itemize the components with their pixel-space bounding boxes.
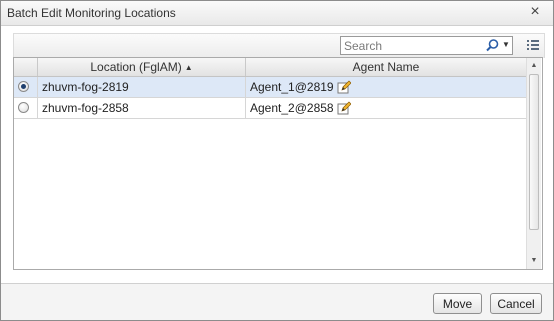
table-row[interactable]: zhuvm-fog-2858 Agent_2@2858: [14, 98, 526, 119]
row-radio-button[interactable]: [18, 81, 29, 92]
agent-name-cell: Agent_1@2819: [246, 77, 526, 97]
agent-name-text: Agent_1@2819: [250, 80, 334, 94]
column-header-agent-name[interactable]: Agent Name: [246, 58, 526, 76]
table-row[interactable]: zhuvm-fog-2819 Agent_1@2819: [14, 77, 526, 98]
search-options-chevron-icon[interactable]: ▼: [502, 40, 510, 50]
select-column-header: [14, 58, 38, 76]
move-button[interactable]: Move: [433, 293, 482, 314]
agent-name-text: Agent_2@2858: [250, 101, 334, 115]
location-cell: zhuvm-fog-2819: [38, 77, 246, 97]
grid-toolbar: ▼: [13, 33, 545, 58]
close-button[interactable]: ×: [527, 4, 543, 20]
edit-pencil-icon[interactable]: [337, 80, 351, 94]
dialog-title: Batch Edit Monitoring Locations: [7, 6, 176, 20]
scroll-down-arrow-icon[interactable]: ▼: [527, 254, 541, 268]
row-select-cell: [14, 77, 38, 97]
scroll-up-arrow-icon[interactable]: ▲: [527, 59, 541, 73]
column-header-agent-label: Agent Name: [352, 60, 420, 74]
row-radio-button[interactable]: [18, 102, 29, 113]
column-header-location[interactable]: Location (FglAM) ▲: [38, 58, 246, 76]
scrollbar-thumb[interactable]: [529, 74, 539, 230]
search-icon[interactable]: [485, 38, 500, 53]
row-select-cell: [14, 98, 38, 118]
search-input[interactable]: [344, 38, 482, 53]
dialog-footer: Move Cancel: [1, 284, 553, 320]
batch-edit-dialog: Batch Edit Monitoring Locations × ▼ Loca…: [0, 0, 554, 321]
locations-grid: Location (FglAM) ▲ Agent Name zhuvm-fog-2…: [13, 57, 543, 270]
grid-header: Location (FglAM) ▲ Agent Name: [14, 58, 526, 77]
dialog-titlebar: Batch Edit Monitoring Locations ×: [1, 1, 553, 26]
edit-pencil-icon[interactable]: [337, 101, 351, 115]
columns-menu-icon[interactable]: [526, 38, 540, 52]
search-box[interactable]: ▼: [340, 36, 513, 55]
sort-ascending-icon: ▲: [184, 63, 193, 72]
agent-name-cell: Agent_2@2858: [246, 98, 526, 118]
location-cell: zhuvm-fog-2858: [38, 98, 246, 118]
column-header-location-label: Location (FglAM): [90, 60, 182, 74]
cancel-button[interactable]: Cancel: [490, 293, 542, 314]
vertical-scrollbar[interactable]: ▲ ▼: [526, 58, 541, 269]
